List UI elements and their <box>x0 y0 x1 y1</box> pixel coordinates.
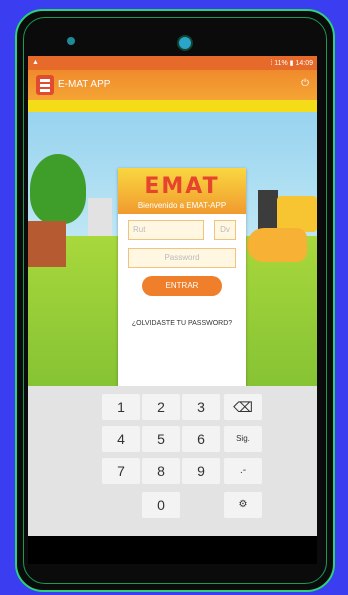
app-logo-icon <box>36 75 54 95</box>
app-title: E-MAT APP <box>58 79 111 90</box>
next-key[interactable]: Sig. <box>224 426 262 452</box>
key-6[interactable]: 6 <box>182 426 220 452</box>
signal-icon: ▲ <box>32 59 39 66</box>
backspace-key[interactable]: ⌫ <box>224 394 262 420</box>
enter-button[interactable]: ENTRAR <box>142 276 222 296</box>
background-wall <box>28 221 66 267</box>
background-bus <box>277 196 317 232</box>
brand-logo: EMAT <box>144 174 220 199</box>
rut-input[interactable]: Rut <box>128 220 204 240</box>
key-9[interactable]: 9 <box>182 458 220 484</box>
key-2[interactable]: 2 <box>142 394 180 420</box>
background-tree <box>30 154 86 224</box>
welcome-text: Bienvenido a EMAT-APP <box>137 201 227 210</box>
key-8[interactable]: 8 <box>142 458 180 484</box>
pointing-hand-icon <box>247 228 307 262</box>
key-5[interactable]: 5 <box>142 426 180 452</box>
card-header: EMAT Bienvenido a EMAT-APP <box>118 168 246 214</box>
key-1[interactable]: 1 <box>102 394 140 420</box>
dv-input[interactable]: Dv <box>214 220 236 240</box>
key-4[interactable]: 4 <box>102 426 140 452</box>
login-card: EMAT Bienvenido a EMAT-APP Rut Dv Passwo… <box>118 168 246 390</box>
sensor-dot <box>67 37 75 45</box>
numeric-keyboard: 1 2 3 ⌫ 4 5 6 Sig. 7 8 9 .- 0 ⚙ <box>28 386 317 536</box>
front-camera <box>177 35 193 51</box>
power-icon[interactable]: ⏻ <box>301 78 309 89</box>
key-0[interactable]: 0 <box>142 492 180 518</box>
key-7[interactable]: 7 <box>102 458 140 484</box>
symbol-key[interactable]: .- <box>224 458 262 484</box>
settings-key-icon[interactable]: ⚙ <box>224 492 262 518</box>
status-info: ⁞ 11% ▮ 14:09 <box>270 60 313 67</box>
key-3[interactable]: 3 <box>182 394 220 420</box>
navigation-bar <box>28 536 317 564</box>
forgot-password-link[interactable]: ¿OLVIDASTE TU PASSWORD? <box>118 320 246 327</box>
status-bar: ▲ ⁞ 11% ▮ 14:09 <box>28 56 317 70</box>
screen: ▲ ⁞ 11% ▮ 14:09 E-MAT APP ⏻ EMAT Bienven… <box>28 56 317 536</box>
app-bar: E-MAT APP ⏻ <box>28 70 317 100</box>
password-input[interactable]: Password <box>128 248 236 268</box>
header-strip <box>28 100 317 112</box>
